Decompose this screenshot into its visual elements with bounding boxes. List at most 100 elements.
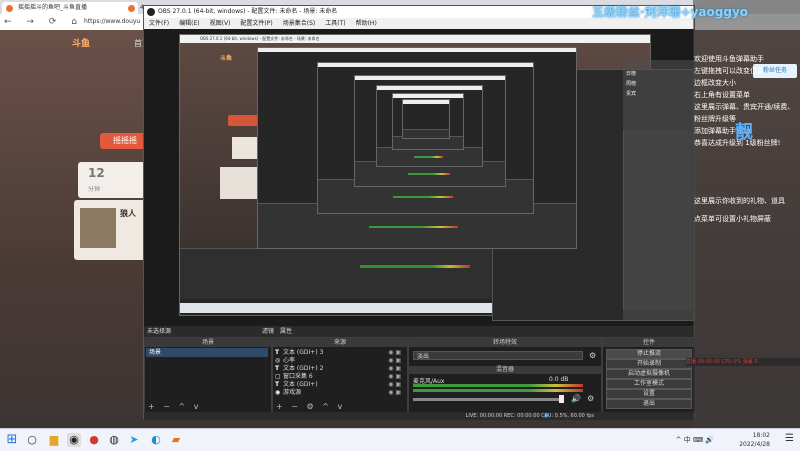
- menu-help[interactable]: 帮助(H): [351, 18, 382, 29]
- help-line-4: 右上角有设置菜单: [694, 91, 750, 99]
- exit-button[interactable]: 退出: [606, 399, 692, 409]
- red-app-icon[interactable]: ●: [87, 433, 101, 447]
- filter-button[interactable]: 滤镜: [262, 326, 274, 337]
- no-source-label: 未选择源: [147, 328, 172, 335]
- browser-source-icon: ◎: [275, 357, 281, 364]
- steam-icon[interactable]: ◍: [107, 433, 121, 447]
- help-line-5: 这里展示弹幕、贵宾开通/续费、: [694, 103, 795, 111]
- promo-unit: 分钟: [88, 186, 101, 193]
- mixer-db-value: 0.0 dB: [549, 376, 569, 383]
- stop-streaming-button[interactable]: 停止推流: [606, 349, 692, 359]
- game-card[interactable]: 狼人: [74, 200, 154, 260]
- eye-lock-icon[interactable]: ◉ ▣: [388, 357, 401, 364]
- text-source-icon: T: [275, 349, 280, 356]
- browser-tab-active[interactable]: 摇摇摇斗的鱼吧_斗鱼直播: [2, 2, 138, 14]
- source-item[interactable]: T 文本 (GDI+) ◉ ▣: [275, 381, 403, 388]
- panel-line-2: 周榜: [626, 81, 637, 87]
- transitions-dock-title: 转场特效: [409, 338, 601, 347]
- url-field[interactable]: https://www.douyu: [84, 17, 140, 27]
- source-name: 文本 (GDI+) 3: [283, 349, 324, 356]
- transition-gear-icon[interactable]: ⚙: [589, 351, 596, 360]
- volume-slider-track[interactable]: [413, 398, 563, 401]
- obs-taskbar-icon[interactable]: ◉: [67, 433, 81, 447]
- obs-preview-canvas[interactable]: OBS 27.0.1 (64-bit, windows) - 配置文件: 未命名…: [144, 29, 694, 326]
- audio-meter-left: [413, 384, 583, 387]
- scenes-dock-toolbar[interactable]: + − ^ v: [148, 402, 201, 411]
- telegram-icon[interactable]: ➤: [127, 433, 141, 447]
- overlay-fan-title: 五级粉丝·刘洋珊+yaoggyo: [592, 5, 749, 19]
- captured-obs-title: OBS 27.0.1 (64-bit, windows) - 配置文件: 未命名…: [180, 35, 650, 43]
- menu-tools[interactable]: 工具(T): [320, 18, 350, 29]
- browser-nav-buttons-icon[interactable]: ← → ⟳ ⌂: [4, 14, 83, 30]
- start-menu-icon[interactable]: ⊞: [5, 433, 19, 447]
- text-source-icon: T: [275, 365, 280, 372]
- captured-audio-meter: [360, 265, 470, 268]
- menu-hint-line: 点菜单可设置小礼物屏蔽: [694, 215, 771, 223]
- mixer-gear-icon[interactable]: ⚙: [587, 394, 594, 403]
- promo-number: 12: [88, 166, 105, 180]
- tab-favicon-icon: [128, 5, 135, 12]
- menu-view[interactable]: 视图(V): [205, 18, 236, 29]
- eye-lock-icon[interactable]: ◉ ▣: [388, 373, 401, 380]
- recursive-frame-7: [402, 99, 450, 139]
- eye-lock-icon[interactable]: ◉ ▣: [388, 389, 401, 396]
- clock[interactable]: 18:02 2022/4/28: [739, 431, 770, 449]
- browser-tab-title: 摇摇摇斗的鱼吧_斗鱼直播: [18, 4, 88, 11]
- game-thumbnail: [80, 208, 116, 248]
- controls-dock-title: 控件: [603, 338, 695, 347]
- source-name: 窗口采集 6: [283, 373, 313, 380]
- obs-window-title: OBS 27.0.1 (64-bit, windows) - 配置文件: 未命名…: [158, 8, 338, 15]
- eye-lock-icon[interactable]: ◉ ▣: [388, 349, 401, 356]
- transition-select[interactable]: 淡出: [413, 351, 583, 360]
- search-icon[interactable]: ○: [25, 433, 39, 447]
- studio-mode-button[interactable]: 工作室模式: [606, 379, 692, 389]
- fan-emblem-icon: 靓: [735, 122, 753, 143]
- source-item[interactable]: ▢ 窗口采集 6 ◉ ▣: [275, 373, 403, 380]
- help-line-6: 粉丝牌升级等: [694, 115, 736, 123]
- file-explorer-icon[interactable]: ▆: [47, 433, 61, 447]
- eye-lock-icon[interactable]: ◉ ▣: [388, 365, 401, 372]
- settings-button[interactable]: 设置: [606, 389, 692, 399]
- orange-app-icon[interactable]: ▰: [169, 433, 183, 447]
- start-recording-button[interactable]: 开始录制: [606, 359, 692, 369]
- menu-file[interactable]: 文件(F): [144, 18, 174, 29]
- viewer-count: 704: [680, 22, 690, 28]
- eye-lock-icon[interactable]: ◉ ▣: [388, 381, 401, 388]
- mixer-title: 混音器: [409, 366, 601, 374]
- source-name: 文本 (GDI+) 2: [283, 365, 324, 372]
- system-tray-icons[interactable]: ^ 中 ⌨ 🔊: [676, 433, 714, 447]
- source-name: 心率: [283, 357, 296, 364]
- menu-profile[interactable]: 配置文件(P): [235, 18, 277, 29]
- panel-line-3: 贵宾: [626, 91, 637, 97]
- obs-app-icon: [147, 8, 155, 16]
- edge-browser-icon[interactable]: ◐: [149, 433, 163, 447]
- clock-time: 18:02: [752, 432, 770, 439]
- promo-card[interactable]: 12 分钟: [78, 162, 150, 198]
- sources-dock: 来源 T 文本 (GDI+) 3 ◉ ▣ ◎ 心率 ◉ ▣ T 文本 (GDI+) 2 ◉ …: [272, 337, 408, 414]
- help-line-3: 边框改变大小: [694, 79, 736, 87]
- gift-hint-line: 这里展示你收到的礼物、道具: [694, 197, 785, 205]
- menu-scene-collection[interactable]: 场景集合(S): [278, 18, 321, 29]
- source-item[interactable]: ◎ 心率 ◉ ▣: [275, 357, 403, 364]
- menu-edit[interactable]: 编辑(E): [174, 18, 204, 29]
- source-item[interactable]: T 文本 (GDI+) 3 ◉ ▣: [275, 349, 403, 356]
- source-name: 文本 (GDI+): [283, 381, 318, 388]
- sources-dock-toolbar[interactable]: + − ⚙ ^ v: [276, 402, 345, 411]
- properties-button[interactable]: 属性: [280, 326, 292, 337]
- help-line-1: 欢迎使用斗鱼弹幕助手: [694, 55, 764, 63]
- scene-list-item[interactable]: 场景: [146, 348, 268, 357]
- site-logo[interactable]: 斗鱼: [72, 36, 90, 49]
- source-item[interactable]: T 文本 (GDI+) 2 ◉ ▣: [275, 365, 403, 372]
- virtual-camera-button[interactable]: 启动虚拟摄像机: [606, 369, 692, 379]
- sources-dock-title: 来源: [273, 338, 407, 347]
- scenes-dock-title: 场景: [145, 338, 271, 347]
- scenes-dock: 场景 场景 + − ^ v: [144, 337, 272, 414]
- controls-dock: 控件 停止推流 开始录制 启动虚拟摄像机 工作室模式 设置 退出: [602, 337, 696, 414]
- game-title: 狼人: [120, 209, 136, 218]
- source-item[interactable]: ◉ 游戏源 ◉ ▣: [275, 389, 403, 396]
- volume-slider-handle[interactable]: [559, 395, 564, 403]
- mute-speaker-icon[interactable]: 🔊: [571, 394, 581, 403]
- source-name: 游戏源: [283, 389, 302, 396]
- obs-status-bar: ● LIVE: 00:00:00 REC: 00:00:00 CPU: 0.5%…: [144, 412, 694, 420]
- notification-center-icon[interactable]: ☰: [785, 433, 794, 444]
